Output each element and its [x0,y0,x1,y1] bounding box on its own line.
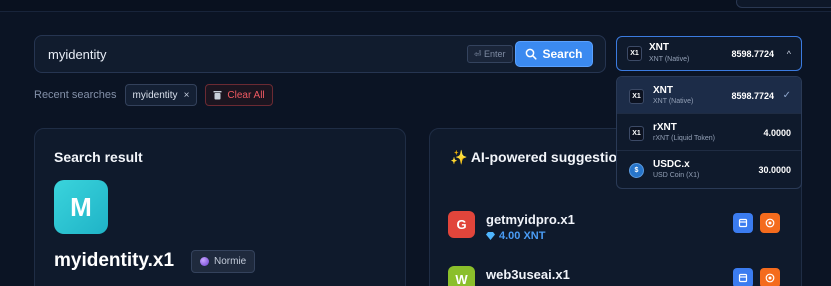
tier-orb-icon [200,257,209,266]
suggestion-name[interactable]: getmyidpro.x1 [486,212,575,227]
register-button[interactable] [760,268,780,286]
domain-avatar: M [54,180,108,234]
recent-searches-label: Recent searches [34,89,117,101]
cart-icon [738,218,748,228]
x1-token-icon: X1 [627,46,642,61]
recent-searches: Recent searches myidentity × Clear All [34,84,273,106]
suggestion-avatar: G [448,211,475,238]
trash-icon [213,90,222,100]
target-icon [765,273,775,283]
token-option-balance: 4.0000 [763,128,791,138]
suggestion-avatar: W [448,266,475,286]
token-option-symbol: USDC.x [653,159,690,170]
diamond-icon [486,232,495,240]
token-option[interactable]: X1 XNT XNT (Native) 8598.7724 ✓ [617,77,801,114]
clear-all-button[interactable]: Clear All [205,84,273,106]
tier-label: Normie [214,256,247,267]
recent-search-chip[interactable]: myidentity × [124,84,198,106]
domain-name: myidentity.x1 [54,250,175,271]
search-box: ⏎ Enter Search [34,35,606,73]
token-option-symbol: rXNT [653,122,677,133]
suggestion-price-value: 4.00 XNT [499,230,546,242]
clear-all-label: Clear All [227,89,265,101]
remove-chip-icon[interactable]: × [184,90,190,101]
check-icon: ✓ [782,90,791,101]
ai-suggestions-title-text: AI-powered suggestions [470,149,634,165]
selected-token-balance: 8598.7724 [731,49,774,59]
token-option-balance: 30.0000 [758,165,791,175]
tier-badge: Normie [191,250,256,273]
search-input[interactable] [35,36,460,72]
selected-token-symbol: XNT [649,42,669,53]
search-icon [525,48,538,60]
token-option-symbol: XNT [653,85,673,96]
search-button-label: Search [542,47,583,61]
token-option-balance: 8598.7724 [731,91,774,101]
target-icon [765,218,775,228]
recent-search-chip-label: myidentity [132,89,178,101]
suggestion-name[interactable]: web3useai.x1 [486,267,570,282]
token-option-name: USD Coin (X1) [653,172,700,179]
suggestion-price: 4.00 XNT [486,230,545,242]
search-button[interactable]: Search [515,41,593,67]
x1-token-icon: X1 [629,126,644,141]
top-bar [0,0,831,12]
search-result-title: Search result [54,149,143,165]
sparkles-icon: ✨ [450,149,468,165]
usdc-token-icon: $ [629,163,644,178]
x1-token-icon: X1 [629,89,644,104]
token-option-name: XNT (Native) [653,98,694,105]
cart-icon [738,273,748,283]
add-to-cart-button[interactable] [733,213,753,233]
token-selector[interactable]: X1 XNT XNT (Native) 8598.7724 ^ [616,36,802,71]
token-dropdown: X1 XNT XNT (Native) 8598.7724 ✓ X1 rXNT … [616,76,802,189]
search-result-card: Search result M myidentity.x1 Normie [34,128,406,286]
add-to-cart-button[interactable] [733,268,753,286]
enter-key-hint: ⏎ Enter [467,45,513,63]
token-option[interactable]: $ USDC.x USD Coin (X1) 30.0000 [617,151,801,188]
suggestion-item[interactable]: W web3useai.x1 [448,266,788,286]
ai-suggestions-title: ✨ AI-powered suggestions [450,149,633,166]
top-bar-button[interactable] [736,0,831,8]
selected-token-name: XNT (Native) [649,56,690,63]
token-option[interactable]: X1 rXNT rXNT (Liquid Token) 4.0000 [617,114,801,151]
register-button[interactable] [760,213,780,233]
suggestion-item[interactable]: G getmyidpro.x1 4.00 XNT [448,211,788,242]
token-option-name: rXNT (Liquid Token) [653,135,715,142]
chevron-up-icon: ^ [786,49,791,59]
